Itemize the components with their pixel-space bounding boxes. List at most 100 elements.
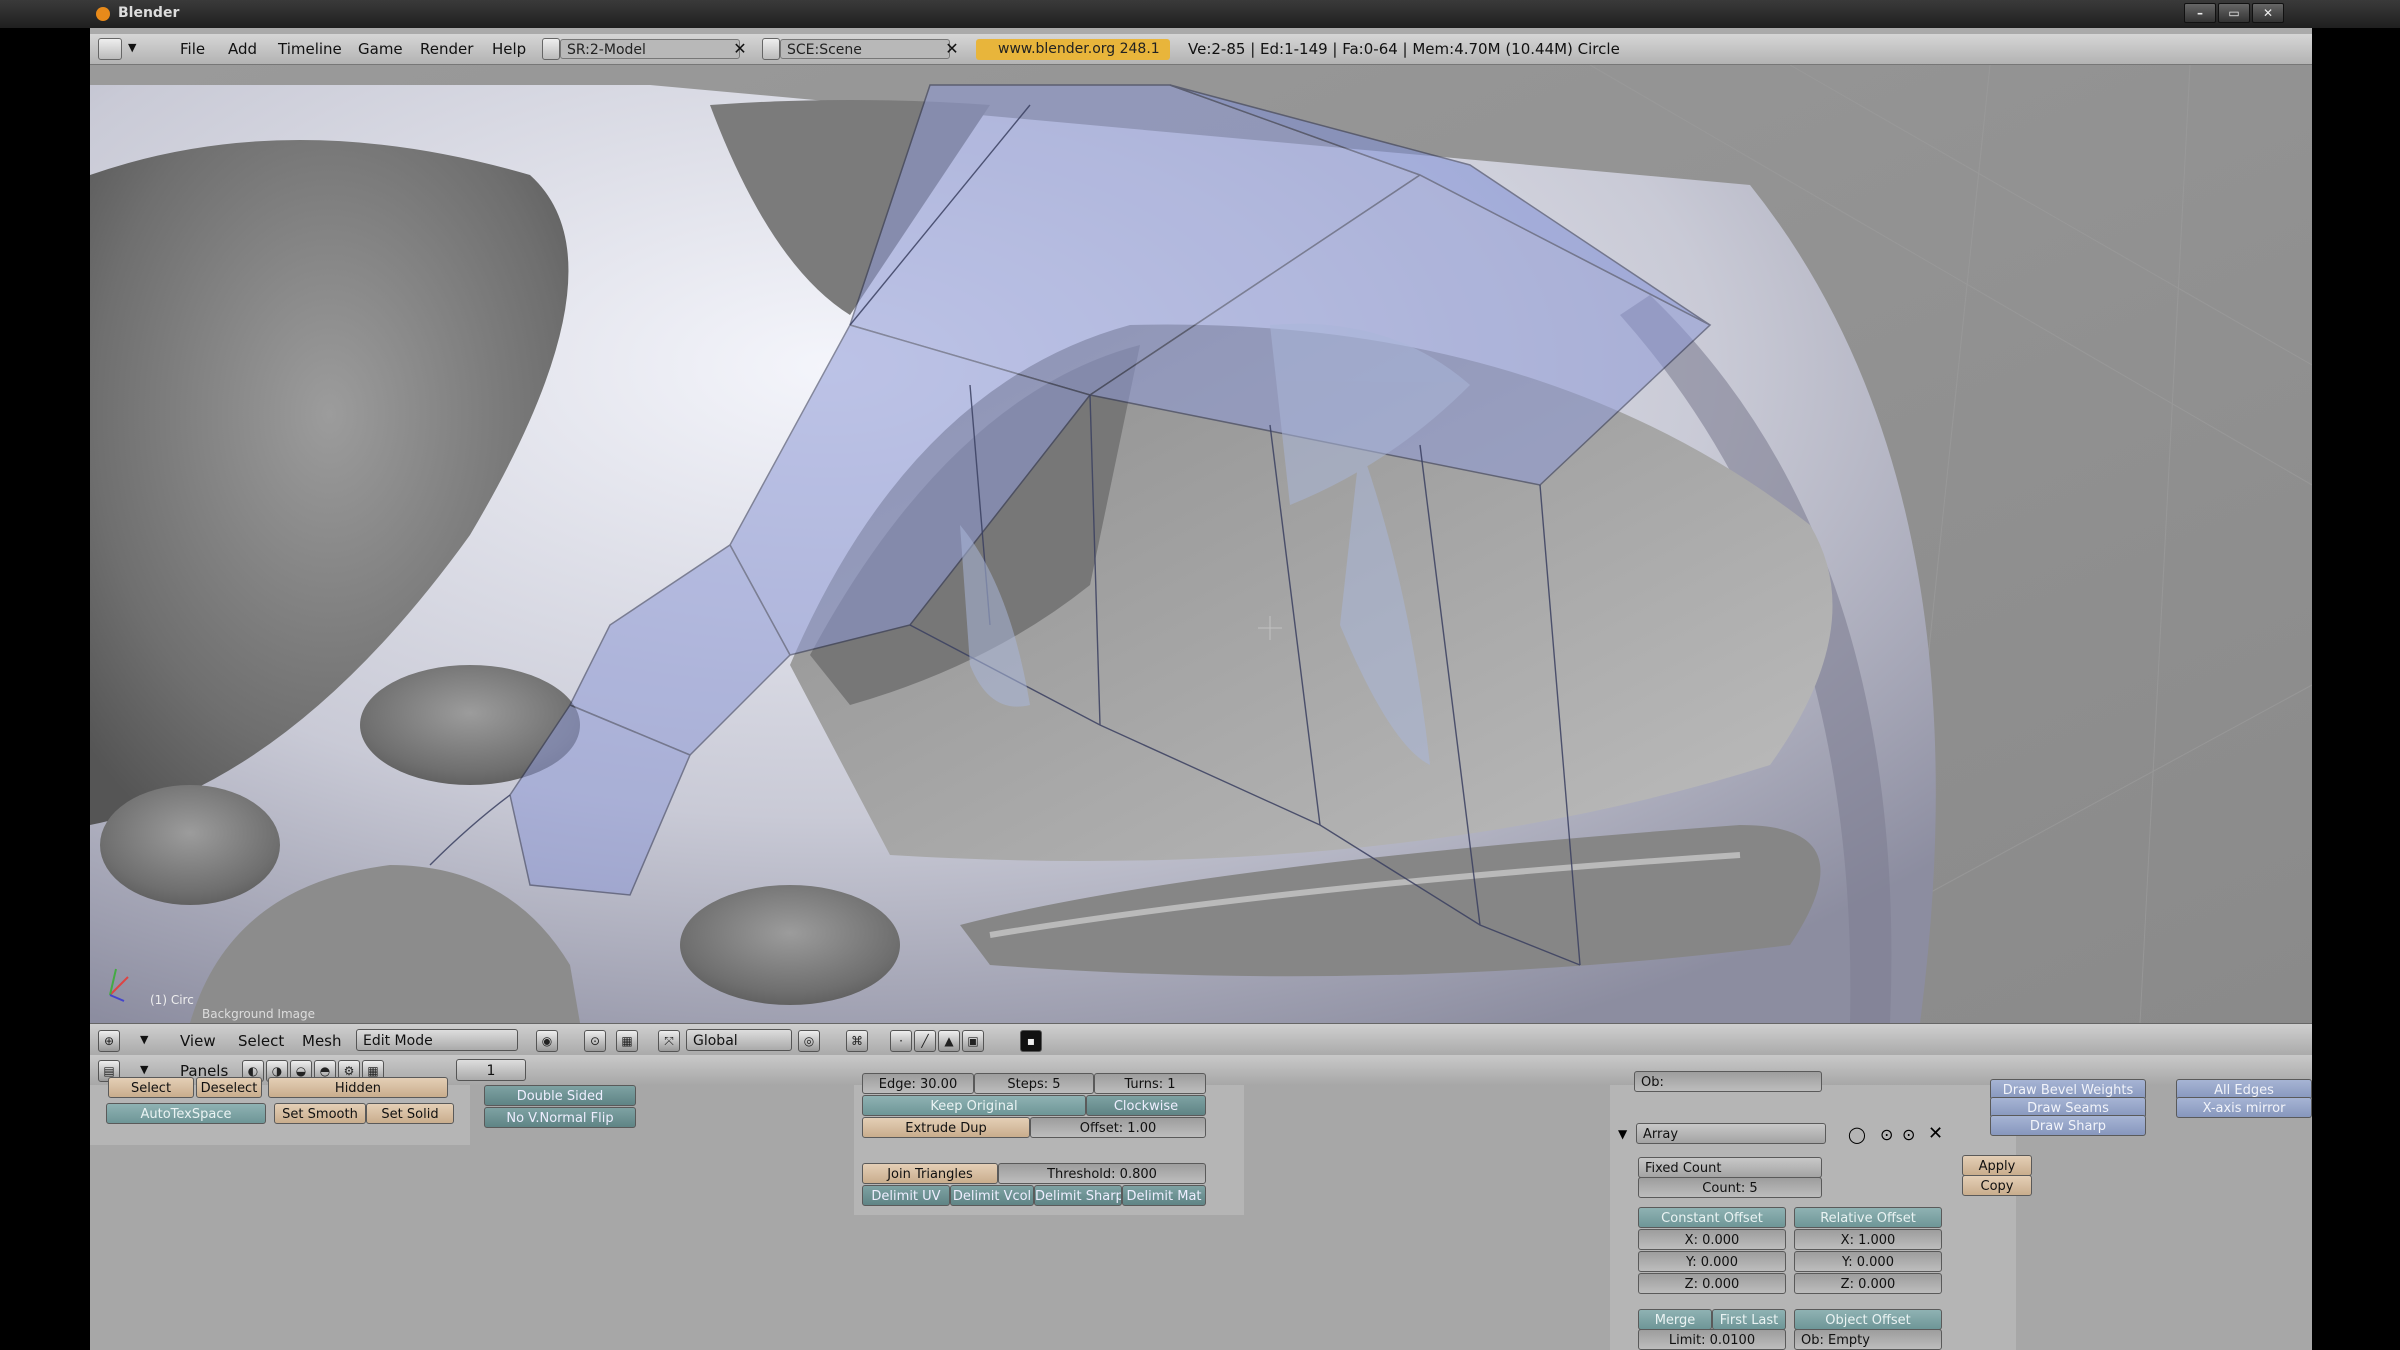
close-window-button[interactable]: ✕ [2252,3,2284,23]
delimit-vcol-toggle[interactable]: Delimit Vcol [950,1185,1034,1206]
render-view-icon[interactable]: ▪ [1020,1030,1042,1052]
constant-offset-y-field[interactable]: Y: 0.000 [1638,1251,1786,1272]
delimit-sharp-toggle[interactable]: Delimit Sharp [1034,1185,1122,1206]
menu-add[interactable]: Add [228,40,257,58]
viewport-object-label: (1) Circ [150,993,194,1007]
delimit-mat-toggle[interactable]: Delimit Mat [1122,1185,1206,1206]
turns-field[interactable]: Turns: 1 [1094,1073,1206,1094]
offset-field[interactable]: Offset: 1.00 [1030,1117,1206,1138]
pivot-icon[interactable]: ⊙ [584,1030,606,1052]
draw-type-icon[interactable]: ◉ [536,1030,558,1052]
double-sided-toggle[interactable]: Double Sided [484,1085,636,1106]
layers-icon[interactable]: ▦ [616,1030,638,1052]
no-v-normal-flip-toggle[interactable]: No V.Normal Flip [484,1107,636,1128]
offset-object-field[interactable]: Ob: Empty [1794,1329,1942,1350]
relative-offset-z-field[interactable]: Z: 0.000 [1794,1273,1942,1294]
count-field[interactable]: Count: 5 [1638,1177,1822,1198]
modifier-delete-icon[interactable]: ✕ [1928,1123,1943,1144]
scene-browse-icon[interactable] [762,38,780,60]
fit-type-dropdown[interactable]: Fixed Count [1638,1157,1822,1178]
orientation-dropdown-value: Global [693,1033,738,1049]
background-image-label: Background Image [202,1007,315,1021]
info-window-type-icon[interactable] [98,38,122,60]
relative-offset-toggle[interactable]: Relative Offset [1794,1207,1942,1228]
maximize-button[interactable]: ▭ [2218,3,2250,23]
modifier-ob-field[interactable]: Ob: [1634,1071,1822,1092]
occlude-geometry-icon[interactable]: ▣ [962,1030,984,1052]
vertex-select-icon[interactable]: · [890,1030,912,1052]
modifier-name-field[interactable]: Array [1636,1123,1826,1144]
select-button[interactable]: Select [108,1077,194,1098]
keep-original-toggle[interactable]: Keep Original [862,1095,1086,1116]
menu-view[interactable]: View [180,1032,216,1050]
blender-org-link[interactable]: www.blender.org 248.1 [976,39,1170,60]
info-header: ▼ File Add Timeline Game Render Help SR:… [90,34,2312,65]
apply-modifier-button[interactable]: Apply [1962,1155,2032,1176]
deselect-button[interactable]: Deselect [196,1077,262,1098]
delete-screen-icon[interactable]: ✕ [730,39,750,59]
frame-number-value: 1 [486,1063,496,1079]
auto-tex-space-toggle[interactable]: AutoTexSpace [106,1103,266,1124]
mode-dropdown-value: Edit Mode [363,1033,433,1049]
menu-mesh[interactable]: Mesh [302,1032,342,1050]
x-axis-mirror-toggle[interactable]: X-axis mirror [2176,1097,2312,1118]
blender-main-frame: ▼ File Add Timeline Game Render Help SR:… [90,28,2312,1350]
3d-window-type-icon[interactable]: ⊕ [98,1030,120,1052]
merge-toggle[interactable]: Merge [1638,1309,1712,1330]
set-smooth-button[interactable]: Set Smooth [274,1103,366,1124]
collapse-menu-icon[interactable]: ▼ [128,41,136,54]
proportional-edit-icon[interactable]: ◎ [798,1030,820,1052]
3d-viewport[interactable]: (1) Circ Background Image [90,65,2312,1023]
first-last-toggle[interactable]: First Last [1712,1309,1786,1330]
face-select-icon[interactable]: ▲ [938,1030,960,1052]
blender-logo-icon [96,7,110,21]
threshold-field[interactable]: Threshold: 0.800 [998,1163,1206,1184]
window-title-bar: Blender – ▭ ✕ [0,0,2400,28]
orientation-dropdown[interactable]: Global [686,1029,792,1051]
menu-help[interactable]: Help [492,40,526,58]
hidden-button[interactable]: Hidden [268,1077,448,1098]
screen-browse-icon[interactable] [542,38,560,60]
minimize-button[interactable]: – [2184,3,2216,23]
relative-offset-y-field[interactable]: Y: 0.000 [1794,1251,1942,1272]
header-collapse-icon[interactable]: ▼ [140,1033,148,1046]
menu-game[interactable]: Game [358,40,403,58]
manipulator-icon[interactable]: ⤧ [658,1030,680,1052]
constant-offset-toggle[interactable]: Constant Offset [1638,1207,1786,1228]
object-offset-toggle[interactable]: Object Offset [1794,1309,1942,1330]
delete-scene-icon[interactable]: ✕ [942,39,962,59]
steps-field[interactable]: Steps: 5 [974,1073,1094,1094]
relative-offset-x-field[interactable]: X: 1.000 [1794,1229,1942,1250]
draw-sharp-toggle[interactable]: Draw Sharp [1990,1115,2146,1136]
buttons-window: Select Deselect Hidden AutoTexSpace Set … [90,1071,2312,1350]
screen-name-field[interactable]: SR:2-Model [560,39,740,59]
buttons-collapse-icon[interactable]: ▼ [140,1063,148,1076]
extrude-dup-button[interactable]: Extrude Dup [862,1117,1030,1138]
menu-file[interactable]: File [180,40,205,58]
menu-timeline[interactable]: Timeline [278,40,342,58]
clockwise-toggle[interactable]: Clockwise [1086,1095,1206,1116]
3d-view-header: ⊕ ▼ View Select Mesh Edit Mode ◉ ⊙ ▦ ⤧ G… [90,1023,2312,1057]
copy-modifier-button[interactable]: Copy [1962,1175,2032,1196]
menu-select[interactable]: Select [238,1032,284,1050]
mode-dropdown[interactable]: Edit Mode [356,1029,518,1051]
constant-offset-x-field[interactable]: X: 0.000 [1638,1229,1786,1250]
wheel-mesh-render [90,65,2312,1023]
modifier-move-up-icon[interactable]: ⊙ [1880,1125,1893,1144]
merge-limit-field[interactable]: Limit: 0.0100 [1638,1329,1786,1350]
window-title: Blender [118,5,180,21]
menu-render[interactable]: Render [420,40,473,58]
scene-name-field[interactable]: SCE:Scene [780,39,950,59]
join-triangles-button[interactable]: Join Triangles [862,1163,998,1184]
constant-offset-z-field[interactable]: Z: 0.000 [1638,1273,1786,1294]
scene-stats: Ve:2-85 | Ed:1-149 | Fa:0-64 | Mem:4.70M… [1188,40,1620,58]
modifier-move-down-icon[interactable]: ⊙ [1902,1125,1915,1144]
modifier-realtime-icon[interactable]: ◯ [1848,1125,1866,1144]
degree-field[interactable]: Edge: 30.00 [862,1073,974,1094]
snap-icon[interactable]: ⌘ [846,1030,868,1052]
edge-select-icon[interactable]: ╱ [914,1030,936,1052]
modifier-expand-icon[interactable]: ▼ [1618,1127,1627,1141]
frame-number-field[interactable]: 1 [456,1059,526,1081]
delimit-uv-toggle[interactable]: Delimit UV [862,1185,950,1206]
set-solid-button[interactable]: Set Solid [366,1103,454,1124]
